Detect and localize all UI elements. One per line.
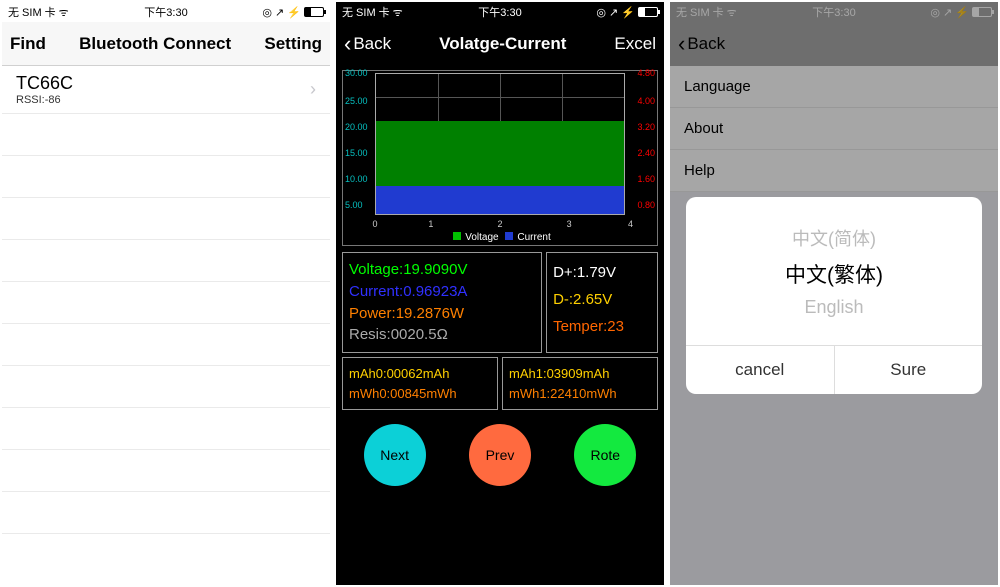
- chart: 30.00 25.00 20.00 15.00 10.00 5.00 4.80 …: [342, 70, 658, 246]
- nav-find[interactable]: Find: [10, 34, 46, 54]
- list-item: [2, 240, 330, 282]
- list-item: [2, 366, 330, 408]
- list-item: [2, 408, 330, 450]
- back-button[interactable]: ‹Back: [344, 31, 391, 57]
- next-button[interactable]: Next: [364, 424, 426, 486]
- picker-option[interactable]: 中文(简体): [792, 221, 876, 255]
- chevron-right-icon: ›: [310, 79, 316, 100]
- status-bar: 无 SIM 卡ᯤ 下午3:30 ◎ ↗ ⚡: [2, 2, 330, 22]
- prev-button[interactable]: Prev: [469, 424, 531, 486]
- list-item: [2, 114, 330, 156]
- nav-title: Bluetooth Connect: [79, 34, 231, 54]
- chart-legend: Voltage Current: [343, 232, 657, 243]
- group0-box: mAh0:00062mAh mWh0:00845mWh: [342, 357, 498, 410]
- readings-box: Voltage:19.9090V Current:0.96923A Power:…: [342, 252, 542, 353]
- list-item: [2, 324, 330, 366]
- dplus-box: D+:1.79V D-:2.65V Temper:23: [546, 252, 658, 353]
- device-rssi: RSSI:-86: [16, 94, 73, 106]
- cancel-button[interactable]: cancel: [686, 346, 835, 394]
- nav-setting[interactable]: Setting: [264, 34, 322, 54]
- nav-bar: Find Bluetooth Connect Setting: [2, 22, 330, 66]
- status-bar: 无 SIM 卡ᯤ 下午3:30 ◎ ↗ ⚡: [336, 2, 664, 22]
- list-item: [2, 156, 330, 198]
- list-item: [2, 492, 330, 534]
- picker-option-selected[interactable]: 中文(繁体): [785, 255, 883, 293]
- nav-bar: ‹Back Volatge-Current Excel: [336, 22, 664, 66]
- device-row[interactable]: TC66C RSSI:-86 ›: [2, 66, 330, 114]
- rotate-button[interactable]: Rote: [574, 424, 636, 486]
- device-name: TC66C: [16, 73, 73, 94]
- language-picker-sheet: 中文(简体) 中文(繁体) English cancel Sure: [686, 197, 982, 394]
- screen-voltage-current: 无 SIM 卡ᯤ 下午3:30 ◎ ↗ ⚡ ‹Back Volatge-Curr…: [336, 2, 664, 585]
- picker-option[interactable]: English: [804, 293, 863, 322]
- group1-box: mAh1:03909mAh mWh1:22410mWh: [502, 357, 658, 410]
- screen-settings: 无 SIM 卡ᯤ 下午3:30 ◎ ↗ ⚡ ‹Back Language Abo…: [670, 2, 998, 585]
- battery-icon: [638, 7, 658, 17]
- list-item: [2, 282, 330, 324]
- screen-find: 无 SIM 卡ᯤ 下午3:30 ◎ ↗ ⚡ Find Bluetooth Con…: [2, 2, 330, 585]
- excel-button[interactable]: Excel: [614, 34, 656, 54]
- nav-title: Volatge-Current: [439, 34, 566, 54]
- battery-icon: [304, 7, 324, 17]
- picker-wheel[interactable]: 中文(简体) 中文(繁体) English: [686, 197, 982, 345]
- list-item: [2, 450, 330, 492]
- list-item: [2, 198, 330, 240]
- sure-button[interactable]: Sure: [835, 346, 983, 394]
- chevron-left-icon: ‹: [344, 31, 351, 57]
